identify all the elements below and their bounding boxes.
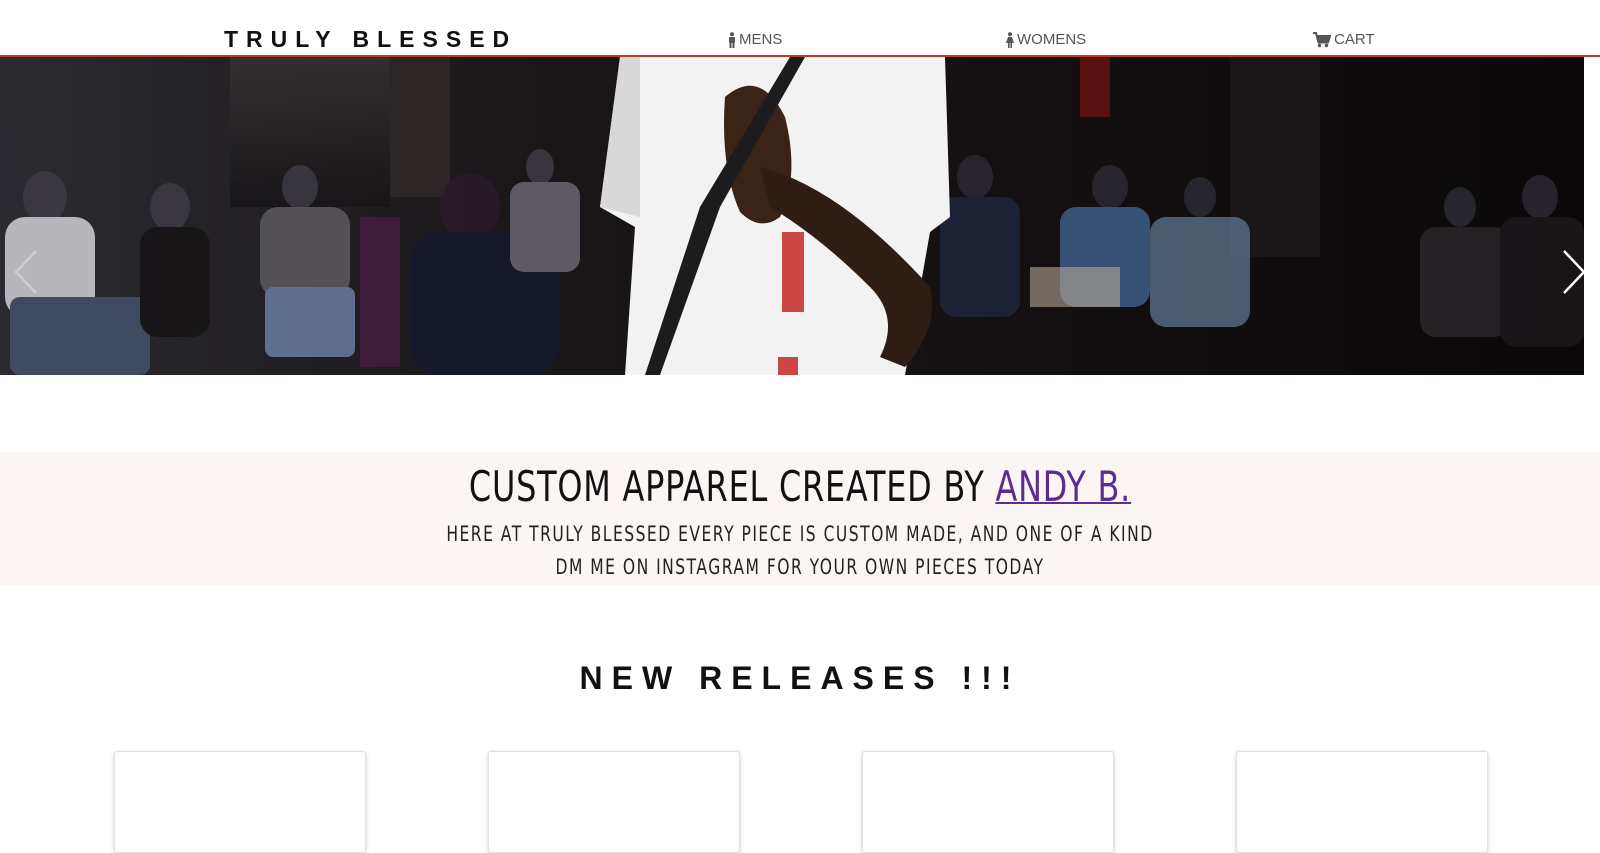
nav-link-womens[interactable]: WOMENS: [1006, 31, 1086, 48]
tagline-section: CUSTOM APPAREL CREATED BY ANDY B. HERE A…: [0, 452, 1600, 585]
tagline-line-2: DM ME ON INSTAGRAM FOR YOUR OWN PIECES T…: [555, 555, 1045, 579]
nav-link-mens[interactable]: MENS: [728, 31, 782, 48]
cart-icon: [1313, 31, 1331, 48]
male-icon: [728, 31, 736, 48]
designer-link[interactable]: ANDY B.: [996, 462, 1132, 511]
product-card[interactable]: [862, 751, 1114, 853]
nav-label-womens: WOMENS: [1017, 31, 1087, 48]
hero-photo: [0, 57, 1584, 375]
product-card[interactable]: [114, 751, 366, 853]
carousel-next-button[interactable]: [1556, 247, 1584, 297]
tagline-line-1: HERE AT TRULY BLESSED EVERY PIECE IS CUS…: [446, 522, 1154, 546]
brand-logo[interactable]: TRULY BLESSED: [224, 26, 517, 53]
carousel-prev-button[interactable]: [8, 247, 44, 297]
nav-link-cart[interactable]: CART: [1313, 31, 1375, 48]
tagline-heading-prefix: CUSTOM APPAREL CREATED BY: [468, 462, 985, 511]
female-icon: [1006, 31, 1014, 48]
product-card[interactable]: [488, 751, 740, 853]
page-gutter: [1584, 57, 1600, 375]
nav-label-mens: MENS: [739, 31, 783, 48]
product-card[interactable]: [1236, 751, 1488, 853]
tagline-heading: CUSTOM APPAREL CREATED BY ANDY B.: [192, 462, 1408, 511]
hero-carousel[interactable]: [0, 57, 1584, 375]
new-releases-title: NEW RELEASES !!!: [579, 660, 1021, 696]
chevron-right-icon: [1556, 250, 1584, 301]
nav-label-cart: CART: [1334, 31, 1375, 48]
chevron-left-icon: [8, 250, 44, 301]
top-navbar: TRULY BLESSED MENS WOMENS CART: [0, 0, 1600, 57]
